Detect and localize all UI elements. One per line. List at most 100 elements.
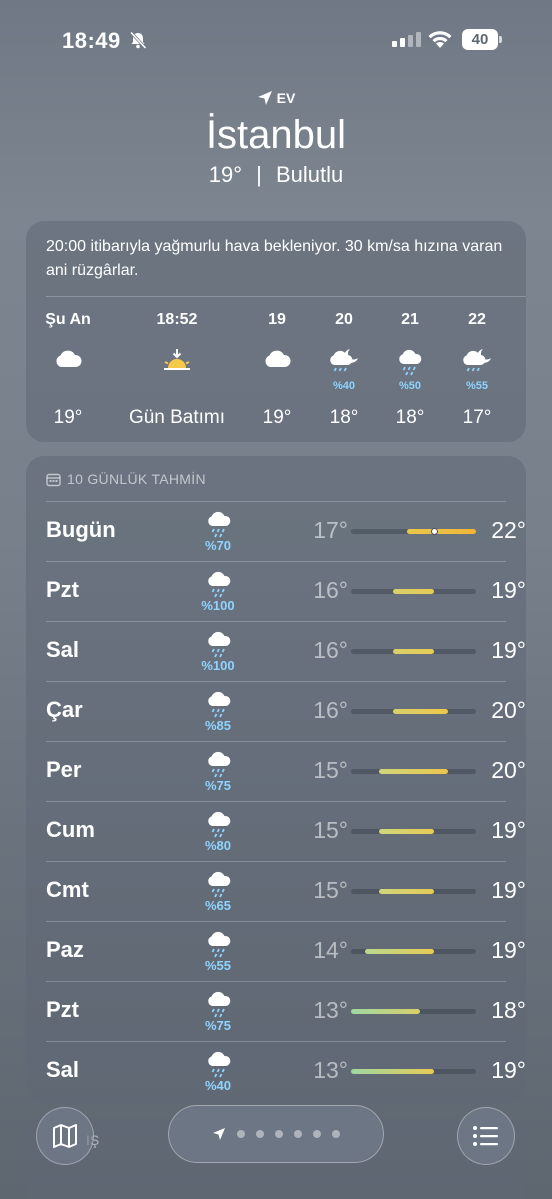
cloud-icon	[52, 347, 84, 376]
battery-tip	[499, 36, 502, 43]
page-dot[interactable]	[294, 1130, 302, 1138]
low-temp: 17°	[313, 517, 348, 543]
temp-range-bar	[406, 529, 476, 534]
day-label: Cum	[46, 817, 95, 842]
page-dot[interactable]	[275, 1130, 283, 1138]
daily-row[interactable]: Çar %85 16° 20°	[46, 681, 526, 741]
temp-range-bar	[392, 649, 435, 654]
precip-chance: %75	[204, 1018, 232, 1033]
divider	[46, 681, 506, 682]
page-dot[interactable]	[237, 1130, 245, 1138]
daily-row[interactable]: Per %75 15° 20°	[46, 741, 526, 801]
precip-chance: %65	[204, 898, 232, 913]
high-temp: 19°	[491, 577, 526, 603]
low-temp: 16°	[313, 697, 348, 723]
ten-day-forecast-card[interactable]: 10 GÜNLÜK TAHMİN Bugün %70 17° 22° Pzt %100 16…	[26, 456, 526, 1103]
precip-chance: %85	[204, 718, 232, 733]
current-temp: 19°	[208, 162, 243, 187]
bell-slash-icon	[129, 31, 147, 50]
location-tag-row: EV	[0, 90, 552, 106]
daily-row[interactable]: Pzt %100 16° 19°	[46, 561, 526, 621]
low-temp: 13°	[313, 1057, 348, 1083]
status-time: 18:49	[62, 28, 121, 53]
map-icon	[53, 1124, 77, 1148]
daily-row[interactable]: Paz %55 14° 19°	[46, 921, 526, 981]
low-temp: 13°	[313, 997, 348, 1023]
day-label: Per	[46, 757, 82, 782]
daily-row[interactable]: Sal %40 13° 19°	[46, 1041, 526, 1101]
temp-range-track	[351, 589, 476, 594]
divider	[46, 561, 506, 562]
precip-chance: %80	[204, 838, 232, 853]
precip-chance: %75	[204, 778, 232, 793]
high-temp: 22°	[491, 517, 526, 543]
divider	[46, 1041, 506, 1042]
calendar-icon	[46, 473, 61, 486]
hour-temp: Gün Batımı	[128, 407, 226, 428]
temp-range-track	[351, 528, 476, 535]
high-temp: 19°	[491, 817, 526, 843]
cloud-rain-icon	[395, 347, 425, 382]
temp-range-bar	[378, 769, 449, 774]
hour-temp: 17°	[462, 407, 492, 428]
low-temp: 15°	[313, 817, 348, 843]
low-temp: 15°	[313, 757, 348, 783]
temp-range-track	[351, 709, 476, 714]
list-icon	[473, 1126, 498, 1146]
map-button[interactable]	[36, 1107, 94, 1165]
low-temp: 16°	[313, 637, 348, 663]
wifi-icon	[428, 31, 452, 48]
divider	[46, 801, 506, 802]
divider	[46, 741, 506, 742]
day-label: Paz	[46, 937, 84, 962]
precip-chance: %55	[204, 958, 232, 973]
current-temp-dot	[430, 528, 438, 535]
current-conditions: 19° | Bulutlu	[0, 162, 552, 188]
divider	[46, 981, 506, 982]
precip-chance: %100	[201, 598, 235, 613]
moon-rain-icon	[461, 347, 493, 382]
daily-row[interactable]: Pzt %75 13° 18°	[46, 981, 526, 1041]
cloud-icon	[261, 347, 293, 376]
temp-range-bar	[392, 589, 435, 594]
weather-summary: 20:00 itibarıyla yağmurlu hava bekleniyo…	[46, 238, 503, 279]
day-label: Bugün	[46, 517, 116, 542]
page-dot[interactable]	[256, 1130, 264, 1138]
page-dot[interactable]	[332, 1130, 340, 1138]
page-indicator[interactable]	[168, 1105, 384, 1163]
high-temp: 20°	[491, 757, 526, 783]
bottom-toolbar	[0, 1103, 552, 1165]
temp-range-track	[351, 829, 476, 834]
daily-row[interactable]: Bugün %70 17° 22°	[46, 501, 526, 561]
high-temp: 19°	[491, 877, 526, 903]
locations-list-button[interactable]	[457, 1107, 515, 1165]
day-label: Sal	[46, 1057, 80, 1082]
temp-range-bar	[364, 949, 435, 954]
high-temp: 19°	[491, 937, 526, 963]
hour-temp: 19°	[53, 407, 83, 428]
location-arrow-icon	[257, 91, 272, 105]
day-label: Çar	[46, 697, 83, 722]
ten-day-header: 10 GÜNLÜK TAHMİN	[46, 471, 206, 487]
temp-range-track	[351, 769, 476, 774]
battery-indicator: 40	[462, 29, 498, 50]
precip-chance: %40	[204, 1078, 232, 1093]
temp-range-bar	[351, 1069, 435, 1074]
daily-row[interactable]: Cum %80 15° 19°	[46, 801, 526, 861]
precip-chance: %55	[465, 380, 489, 392]
hourly-list[interactable]: Şu An 19° 18:52 Gün Batımı 19 19° 20 %40 18° 21 %5…	[26, 297, 526, 442]
daily-row[interactable]: Cmt %65 15° 19°	[46, 861, 526, 921]
daily-row[interactable]: Sal %100 16° 19°	[46, 621, 526, 681]
location-header: EV İstanbul 19° | Bulutlu	[0, 90, 552, 188]
high-temp: 19°	[491, 637, 526, 663]
hour-label: 22	[468, 311, 486, 328]
page-dot[interactable]	[313, 1130, 321, 1138]
day-label: Sal	[46, 637, 80, 662]
hourly-forecast-card[interactable]: 20:00 itibarıyla yağmurlu hava bekleniyo…	[26, 221, 526, 442]
low-temp: 16°	[313, 577, 348, 603]
divider	[46, 621, 506, 622]
temp-range-track	[351, 889, 476, 894]
separator: |	[256, 162, 262, 187]
temp-range-track	[351, 1009, 476, 1014]
divider	[46, 501, 506, 502]
